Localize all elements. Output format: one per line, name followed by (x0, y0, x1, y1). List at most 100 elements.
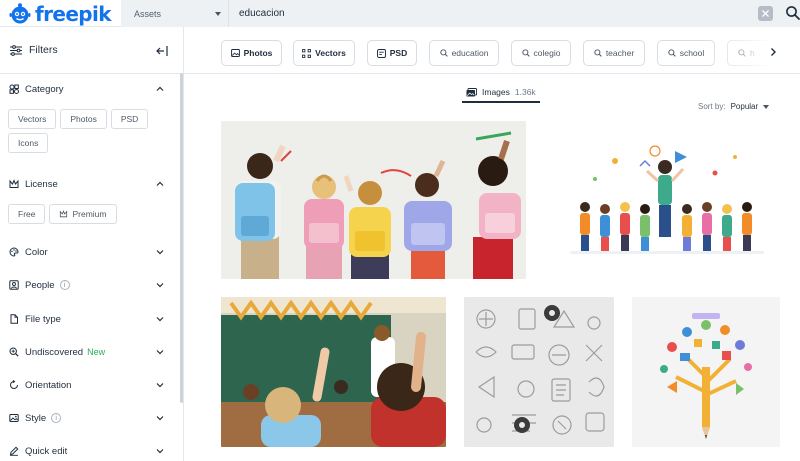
asset-type-value: Assets (134, 8, 162, 19)
tag-education-label: education (451, 48, 489, 58)
filter-label-category: Category (25, 83, 64, 95)
crown-icon (9, 179, 19, 188)
school-doodle-pattern (464, 297, 614, 447)
tag-colegio-label: colegio (533, 48, 561, 58)
chevron-down-icon (156, 449, 164, 454)
filter-header-style[interactable]: Style i (0, 410, 180, 426)
search-icon (521, 49, 530, 57)
category-option-vectors[interactable]: Vectors (8, 109, 57, 129)
filter-header-quick-edit[interactable]: Quick edit (0, 443, 180, 459)
tab-images-label: Images (482, 87, 510, 97)
filter-label-orientation: Orientation (25, 379, 72, 391)
filter-section-license: License Free Premium (0, 176, 180, 224)
info-icon[interactable]: i (51, 413, 62, 423)
result-thumbnail[interactable] (464, 297, 614, 447)
filters-header: Filters (0, 27, 183, 74)
license-option-free[interactable]: Free (8, 204, 46, 224)
sort-value: Popular (730, 102, 759, 111)
palette-icon (9, 247, 19, 257)
category-icon (9, 84, 19, 94)
collapse-sidebar-icon[interactable] (155, 44, 169, 58)
tag-education[interactable]: education (429, 40, 499, 66)
tag-colegio[interactable]: colegio (511, 40, 571, 66)
filter-header-file-type[interactable]: File type (0, 311, 180, 327)
caret-down-icon (763, 104, 770, 109)
filter-label-color: Color (25, 246, 48, 258)
filter-section-quick-edit[interactable]: Quick edit (0, 443, 180, 459)
tag-bar-fade (706, 36, 800, 70)
filter-header-undiscovered[interactable]: Undiscovered New (0, 344, 180, 360)
caret-down-icon (215, 11, 221, 16)
category-option-psd[interactable]: PSD (110, 109, 149, 129)
filter-section-file-type[interactable]: File type (0, 311, 180, 327)
tag-vectors[interactable]: Vectors (293, 40, 355, 66)
freepik-logo[interactable]: freepik (8, 0, 112, 27)
filter-section-people[interactable]: People i (0, 277, 180, 293)
new-badge: New (87, 347, 106, 357)
results-area: Photos Vectors PSD education colegio tea… (184, 27, 800, 461)
filter-section-style[interactable]: Style i (0, 410, 180, 426)
result-thumbnail[interactable] (221, 121, 526, 279)
filter-section-orientation[interactable]: Orientation (0, 377, 180, 393)
chevron-down-icon (156, 250, 164, 255)
filter-label-quick-edit: Quick edit (25, 445, 68, 457)
search-icon[interactable] (785, 5, 800, 21)
close-icon (762, 10, 769, 17)
chevron-down-icon (156, 317, 164, 322)
tab-images[interactable]: Images 1.36k (462, 83, 540, 103)
search-input[interactable] (239, 0, 739, 27)
orientation-icon (10, 380, 18, 389)
related-tags-bar: Photos Vectors PSD education colegio tea… (184, 27, 800, 74)
license-options: Free Premium (0, 204, 180, 224)
tag-teacher[interactable]: teacher (583, 40, 645, 66)
result-thumbnail[interactable] (555, 121, 779, 279)
filter-section-color[interactable]: Color (0, 244, 180, 260)
filter-header-color[interactable]: Color (0, 244, 180, 260)
tag-psd[interactable]: PSD (367, 40, 417, 66)
asset-type-select[interactable]: Assets (121, 0, 229, 27)
chevron-right-icon[interactable] (768, 47, 778, 57)
filters-title: Filters (29, 44, 58, 56)
filter-section-undiscovered[interactable]: Undiscovered New (0, 344, 180, 360)
filter-label-license: License (25, 178, 58, 190)
result-thumbnail[interactable] (221, 297, 446, 447)
category-option-icons[interactable]: Icons (8, 133, 49, 153)
filter-header-license[interactable]: License (0, 176, 180, 192)
teacher-kids-illustration (555, 121, 779, 279)
result-thumbnail[interactable] (632, 297, 780, 447)
tag-school-label: school (679, 48, 705, 58)
filter-header-people[interactable]: People i (0, 277, 180, 293)
quick-edit-icon (9, 446, 19, 456)
classroom-photo (221, 297, 446, 447)
filter-label-people: People (25, 279, 55, 291)
tag-psd-label: PSD (389, 48, 408, 58)
chevron-up-icon (156, 86, 164, 91)
psd-icon (376, 48, 386, 58)
clear-search-button[interactable] (758, 6, 773, 21)
pencil-knowledge-tree-illustration (632, 297, 780, 447)
photo-icon (230, 49, 240, 57)
category-option-photos[interactable]: Photos (60, 109, 107, 129)
image-icon (466, 87, 477, 96)
freepik-logo-icon (9, 2, 31, 23)
top-bar: freepik Assets (0, 0, 800, 27)
filter-label-undiscovered: Undiscovered (25, 346, 84, 358)
vector-icon (302, 48, 312, 58)
sort-label: Sort by: (698, 102, 726, 111)
license-option-premium[interactable]: Premium (49, 204, 117, 224)
search-icon (439, 49, 448, 57)
license-option-premium-label: Premium (72, 209, 107, 219)
person-icon (9, 280, 19, 290)
filter-header-category[interactable]: Category (0, 81, 180, 97)
tag-photos[interactable]: Photos (221, 40, 282, 66)
sidebar-scrollbar[interactable] (180, 73, 183, 403)
filter-section-category: Category Vectors Photos PSD Icons (0, 81, 180, 153)
search-icon (594, 49, 602, 57)
chevron-down-icon (156, 416, 164, 421)
filters-sidebar: Filters Category Vectors Photos PSD Icon… (0, 27, 184, 461)
chevron-down-icon (156, 350, 164, 355)
info-icon[interactable]: i (59, 280, 70, 290)
filter-header-orientation[interactable]: Orientation (0, 377, 180, 393)
discover-icon (9, 347, 19, 357)
sort-control[interactable]: Sort by: Popular (698, 102, 770, 111)
